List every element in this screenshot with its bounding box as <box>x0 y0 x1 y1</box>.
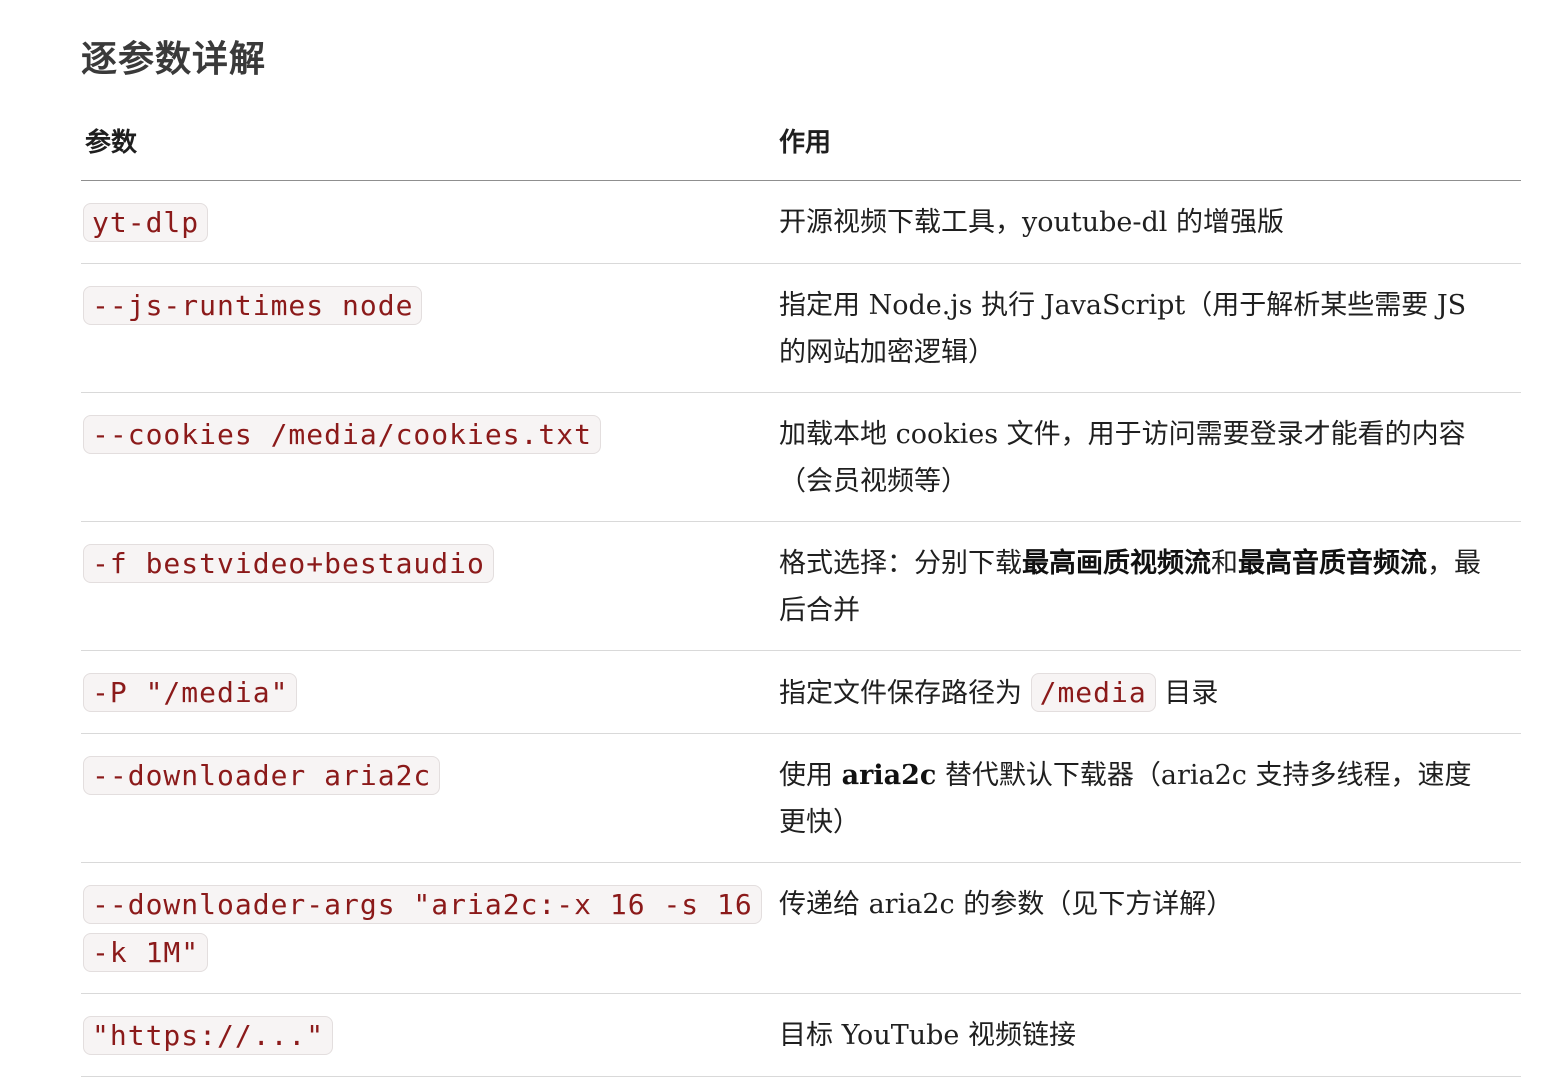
table-row: --downloader aria2c 使用 aria2c 替代默认下载器（ar… <box>81 733 1521 863</box>
desc-bold: 最高音质音频流 <box>1238 548 1427 579</box>
param-cell: "https://..." <box>81 993 771 1077</box>
desc-cell: 加载本地 cookies 文件，用于访问需要登录才能看的内容（会员视频等） <box>771 392 1521 522</box>
desc-text: 和 <box>1211 548 1238 579</box>
header-param: 参数 <box>81 100 771 181</box>
param-cell: --downloader-args "aria2c:-x 16 -s 16 -k… <box>81 862 771 994</box>
param-cell: yt-dlp <box>81 180 771 264</box>
desc-cell: 指定文件保存路径为 /media 目录 <box>771 650 1521 734</box>
param-code: "https://..." <box>83 1016 334 1055</box>
param-cell: --downloader aria2c <box>81 733 771 863</box>
param-code: --downloader-args "aria2c:-x 16 -s 16 -k… <box>83 885 762 972</box>
desc-cell: 使用 aria2c 替代默认下载器（aria2c 支持多线程，速度更快） <box>771 733 1521 863</box>
table-row: --js-runtimes node 指定用 Node.js 执行 JavaSc… <box>81 263 1521 393</box>
desc-cell: 格式选择：分别下载最高画质视频流和最高音质音频流，最后合并 <box>771 521 1521 651</box>
table-row: yt-dlp 开源视频下载工具，youtube-dl 的增强版 <box>81 180 1521 264</box>
table-row: -f bestvideo+bestaudio 格式选择：分别下载最高画质视频流和… <box>81 521 1521 651</box>
param-code: -P "/media" <box>83 673 298 712</box>
desc-bold: 最高画质视频流 <box>1022 548 1211 579</box>
desc-cell: 目标 YouTube 视频链接 <box>771 993 1521 1077</box>
section-title: 逐参数详解 <box>81 39 267 80</box>
desc-text: 指定文件保存路径为 <box>779 678 1022 709</box>
table-row: --cookies /media/cookies.txt 加载本地 cookie… <box>81 392 1521 522</box>
param-code: yt-dlp <box>83 203 209 242</box>
desc-cell: 传递给 aria2c 的参数（见下方详解） <box>771 862 1521 994</box>
desc-bold: aria2c <box>841 760 937 791</box>
desc-inline-code: /media <box>1030 673 1156 712</box>
desc-cell: 指定用 Node.js 执行 JavaScript（用于解析某些需要 JS 的网… <box>771 263 1521 393</box>
param-cell: --cookies /media/cookies.txt <box>81 392 771 522</box>
parameter-table: 参数 作用 yt-dlp 开源视频下载工具，youtube-dl 的增强版 --… <box>81 100 1521 1077</box>
table-row: "https://..." 目标 YouTube 视频链接 <box>81 993 1521 1077</box>
desc-text: 格式选择：分别下载 <box>779 548 1022 579</box>
desc-text: 使用 <box>779 760 833 791</box>
table-row: -P "/media" 指定文件保存路径为 /media 目录 <box>81 650 1521 734</box>
param-cell: -P "/media" <box>81 650 771 734</box>
param-code: --cookies /media/cookies.txt <box>83 415 602 454</box>
param-cell: -f bestvideo+bestaudio <box>81 521 771 651</box>
param-code: --js-runtimes node <box>83 286 423 325</box>
param-code: -f bestvideo+bestaudio <box>83 544 494 583</box>
desc-cell: 开源视频下载工具，youtube-dl 的增强版 <box>771 180 1521 264</box>
desc-text: 目录 <box>1164 678 1219 709</box>
param-cell: --js-runtimes node <box>81 263 771 393</box>
table-header-row: 参数 作用 <box>81 100 1521 181</box>
table-row: --downloader-args "aria2c:-x 16 -s 16 -k… <box>81 862 1521 994</box>
header-desc: 作用 <box>771 100 1521 181</box>
param-code: --downloader aria2c <box>83 756 441 795</box>
